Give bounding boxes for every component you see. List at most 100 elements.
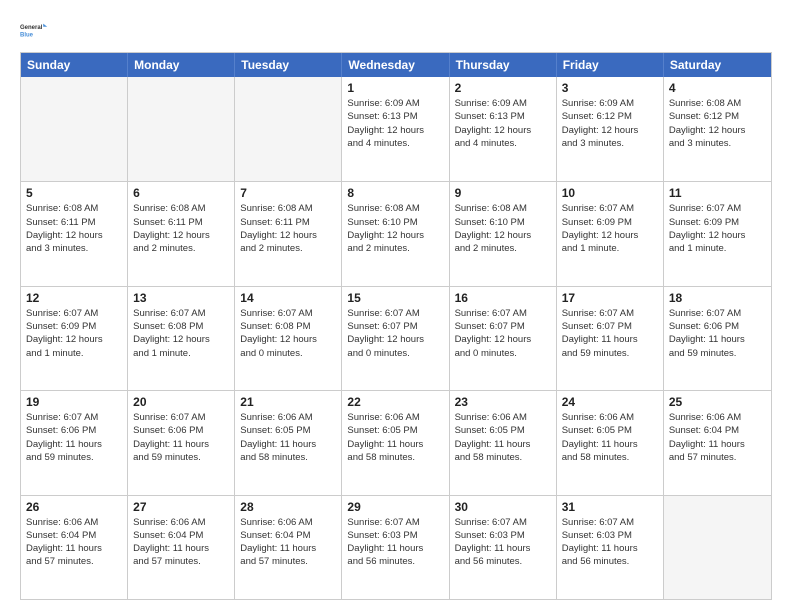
day-info: Sunrise: 6:07 AM Sunset: 6:03 PM Dayligh… [347, 516, 443, 569]
header: GeneralBlue [20, 16, 772, 44]
day-number: 29 [347, 500, 443, 514]
logo: GeneralBlue [20, 16, 52, 44]
calendar-body: 1 Sunrise: 6:09 AM Sunset: 6:13 PM Daylig… [21, 77, 771, 599]
day-info: Sunrise: 6:08 AM Sunset: 6:11 PM Dayligh… [26, 202, 122, 255]
day-number: 10 [562, 186, 658, 200]
day-info: Sunrise: 6:07 AM Sunset: 6:03 PM Dayligh… [455, 516, 551, 569]
day-info: Sunrise: 6:09 AM Sunset: 6:13 PM Dayligh… [347, 97, 443, 150]
day-cell-23: 23 Sunrise: 6:06 AM Sunset: 6:05 PM Dayli… [450, 391, 557, 494]
day-info: Sunrise: 6:07 AM Sunset: 6:06 PM Dayligh… [133, 411, 229, 464]
empty-cell [664, 496, 771, 599]
day-number: 4 [669, 81, 766, 95]
day-cell-1: 1 Sunrise: 6:09 AM Sunset: 6:13 PM Daylig… [342, 77, 449, 181]
week-row-1: 1 Sunrise: 6:09 AM Sunset: 6:13 PM Daylig… [21, 77, 771, 181]
day-number: 12 [26, 291, 122, 305]
day-number: 19 [26, 395, 122, 409]
day-info: Sunrise: 6:06 AM Sunset: 6:04 PM Dayligh… [133, 516, 229, 569]
day-cell-31: 31 Sunrise: 6:07 AM Sunset: 6:03 PM Dayli… [557, 496, 664, 599]
day-number: 28 [240, 500, 336, 514]
day-number: 25 [669, 395, 766, 409]
day-cell-28: 28Sunrise: 6:06 AM Sunset: 6:04 PM Dayli… [235, 496, 342, 599]
day-info: Sunrise: 6:06 AM Sunset: 6:05 PM Dayligh… [347, 411, 443, 464]
day-info: Sunrise: 6:06 AM Sunset: 6:04 PM Dayligh… [669, 411, 766, 464]
day-cell-3: 3Sunrise: 6:09 AM Sunset: 6:12 PM Daylig… [557, 77, 664, 181]
day-info: Sunrise: 6:07 AM Sunset: 6:07 PM Dayligh… [455, 307, 551, 360]
page: GeneralBlue SundayMondayTuesdayWednesday… [0, 0, 792, 612]
day-info: Sunrise: 6:07 AM Sunset: 6:06 PM Dayligh… [26, 411, 122, 464]
day-number: 24 [562, 395, 658, 409]
header-day-friday: Friday [557, 53, 664, 77]
day-number: 5 [26, 186, 122, 200]
week-row-2: 5 Sunrise: 6:08 AM Sunset: 6:11 PM Daylig… [21, 181, 771, 285]
day-cell-6: 6 Sunrise: 6:08 AM Sunset: 6:11 PM Daylig… [128, 182, 235, 285]
day-cell-5: 5 Sunrise: 6:08 AM Sunset: 6:11 PM Daylig… [21, 182, 128, 285]
day-number: 6 [133, 186, 229, 200]
header-day-monday: Monday [128, 53, 235, 77]
day-cell-29: 29 Sunrise: 6:07 AM Sunset: 6:03 PM Dayli… [342, 496, 449, 599]
day-number: 21 [240, 395, 336, 409]
day-info: Sunrise: 6:06 AM Sunset: 6:04 PM Dayligh… [26, 516, 122, 569]
day-info: Sunrise: 6:07 AM Sunset: 6:09 PM Dayligh… [562, 202, 658, 255]
day-cell-7: 7Sunrise: 6:08 AM Sunset: 6:11 PM Daylig… [235, 182, 342, 285]
day-cell-20: 20 Sunrise: 6:07 AM Sunset: 6:06 PM Dayli… [128, 391, 235, 494]
week-row-5: 26 Sunrise: 6:06 AM Sunset: 6:04 PM Dayli… [21, 495, 771, 599]
day-info: Sunrise: 6:07 AM Sunset: 6:07 PM Dayligh… [347, 307, 443, 360]
day-number: 13 [133, 291, 229, 305]
calendar-header: SundayMondayTuesdayWednesdayThursdayFrid… [21, 53, 771, 77]
day-number: 3 [562, 81, 658, 95]
day-info: Sunrise: 6:06 AM Sunset: 6:05 PM Dayligh… [455, 411, 551, 464]
day-cell-17: 17Sunrise: 6:07 AM Sunset: 6:07 PM Dayli… [557, 287, 664, 390]
day-cell-16: 16Sunrise: 6:07 AM Sunset: 6:07 PM Dayli… [450, 287, 557, 390]
day-info: Sunrise: 6:07 AM Sunset: 6:06 PM Dayligh… [669, 307, 766, 360]
day-number: 31 [562, 500, 658, 514]
day-info: Sunrise: 6:08 AM Sunset: 6:11 PM Dayligh… [240, 202, 336, 255]
header-day-thursday: Thursday [450, 53, 557, 77]
day-cell-8: 8Sunrise: 6:08 AM Sunset: 6:10 PM Daylig… [342, 182, 449, 285]
day-number: 11 [669, 186, 766, 200]
day-cell-11: 11Sunrise: 6:07 AM Sunset: 6:09 PM Dayli… [664, 182, 771, 285]
day-info: Sunrise: 6:08 AM Sunset: 6:11 PM Dayligh… [133, 202, 229, 255]
day-cell-24: 24 Sunrise: 6:06 AM Sunset: 6:05 PM Dayli… [557, 391, 664, 494]
day-number: 1 [347, 81, 443, 95]
day-number: 9 [455, 186, 551, 200]
header-day-saturday: Saturday [664, 53, 771, 77]
header-day-tuesday: Tuesday [235, 53, 342, 77]
day-cell-13: 13 Sunrise: 6:07 AM Sunset: 6:08 PM Dayli… [128, 287, 235, 390]
day-number: 18 [669, 291, 766, 305]
day-cell-19: 19 Sunrise: 6:07 AM Sunset: 6:06 PM Dayli… [21, 391, 128, 494]
day-info: Sunrise: 6:08 AM Sunset: 6:12 PM Dayligh… [669, 97, 766, 150]
day-cell-10: 10 Sunrise: 6:07 AM Sunset: 6:09 PM Dayli… [557, 182, 664, 285]
header-day-wednesday: Wednesday [342, 53, 449, 77]
day-info: Sunrise: 6:06 AM Sunset: 6:05 PM Dayligh… [562, 411, 658, 464]
empty-cell [235, 77, 342, 181]
day-info: Sunrise: 6:08 AM Sunset: 6:10 PM Dayligh… [455, 202, 551, 255]
day-number: 14 [240, 291, 336, 305]
day-cell-22: 22 Sunrise: 6:06 AM Sunset: 6:05 PM Dayli… [342, 391, 449, 494]
header-day-sunday: Sunday [21, 53, 128, 77]
day-cell-9: 9 Sunrise: 6:08 AM Sunset: 6:10 PM Daylig… [450, 182, 557, 285]
day-number: 20 [133, 395, 229, 409]
empty-cell [128, 77, 235, 181]
day-info: Sunrise: 6:07 AM Sunset: 6:08 PM Dayligh… [240, 307, 336, 360]
day-number: 23 [455, 395, 551, 409]
day-number: 17 [562, 291, 658, 305]
day-number: 8 [347, 186, 443, 200]
day-info: Sunrise: 6:07 AM Sunset: 6:08 PM Dayligh… [133, 307, 229, 360]
day-number: 26 [26, 500, 122, 514]
day-number: 15 [347, 291, 443, 305]
day-info: Sunrise: 6:09 AM Sunset: 6:13 PM Dayligh… [455, 97, 551, 150]
empty-cell [21, 77, 128, 181]
day-cell-12: 12Sunrise: 6:07 AM Sunset: 6:09 PM Dayli… [21, 287, 128, 390]
day-cell-27: 27Sunrise: 6:06 AM Sunset: 6:04 PM Dayli… [128, 496, 235, 599]
day-cell-14: 14 Sunrise: 6:07 AM Sunset: 6:08 PM Dayli… [235, 287, 342, 390]
logo-icon: GeneralBlue [20, 16, 52, 44]
day-cell-21: 21Sunrise: 6:06 AM Sunset: 6:05 PM Dayli… [235, 391, 342, 494]
day-cell-25: 25 Sunrise: 6:06 AM Sunset: 6:04 PM Dayli… [664, 391, 771, 494]
day-cell-15: 15 Sunrise: 6:07 AM Sunset: 6:07 PM Dayli… [342, 287, 449, 390]
day-number: 22 [347, 395, 443, 409]
svg-text:General: General [20, 25, 43, 31]
day-cell-18: 18 Sunrise: 6:07 AM Sunset: 6:06 PM Dayli… [664, 287, 771, 390]
day-info: Sunrise: 6:07 AM Sunset: 6:03 PM Dayligh… [562, 516, 658, 569]
day-number: 2 [455, 81, 551, 95]
day-cell-4: 4 Sunrise: 6:08 AM Sunset: 6:12 PM Daylig… [664, 77, 771, 181]
